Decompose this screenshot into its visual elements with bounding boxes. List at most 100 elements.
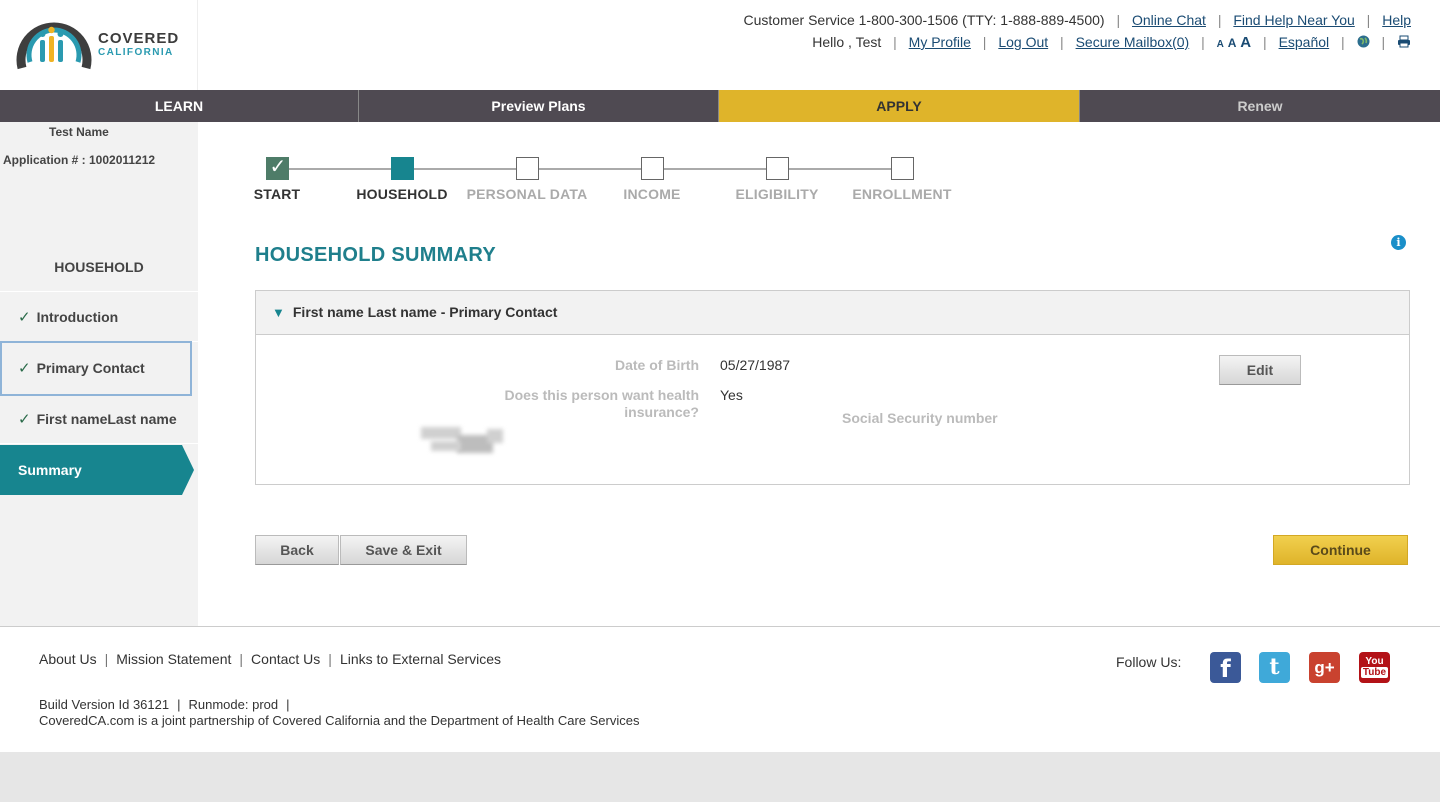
utility-bar-bottom: Hello , Test | My Profile | Log Out | Se… xyxy=(812,34,1411,51)
runmode: Runmode: prod xyxy=(188,697,279,712)
chevron-down-icon: ▼ xyxy=(272,305,285,320)
sidebar-item-primary-contact[interactable]: ✓ Primary Contact xyxy=(0,341,192,396)
divider: | xyxy=(328,651,332,667)
nav-tab-learn[interactable]: LEARN xyxy=(0,90,359,122)
household-member-panel: ▼ First name Last name - Primary Contact … xyxy=(255,290,1410,485)
sidebar-item-summary[interactable]: Summary xyxy=(0,445,194,495)
logo-word-california: CALIFORNIA xyxy=(98,47,174,58)
step-income: INCOME xyxy=(587,157,717,202)
font-size-large-button[interactable]: A xyxy=(1240,34,1251,51)
build-version: Build Version Id 36121 xyxy=(39,697,170,712)
step-pending-icon xyxy=(890,157,914,180)
print-icon[interactable] xyxy=(1397,35,1411,51)
step-label: INCOME xyxy=(623,186,681,202)
build-info: Build Version Id 36121 | Runmode: prod | xyxy=(39,697,298,712)
footer-links: About Us | Mission Statement | Contact Us | Li… xyxy=(39,651,501,667)
step-label: HOUSEHOLD xyxy=(356,186,448,202)
sidebar-item-first-last-name[interactable]: ✓ First nameLast name xyxy=(0,394,198,444)
log-out-link[interactable]: Log Out xyxy=(998,34,1048,50)
wants-insurance-value: Yes xyxy=(720,387,743,403)
info-icon[interactable]: i xyxy=(1391,235,1406,250)
save-exit-button[interactable]: Save & Exit xyxy=(340,535,467,565)
font-size-medium-button[interactable]: A xyxy=(1228,36,1237,50)
step-current-icon xyxy=(390,157,414,180)
ssn-label: Social Security number xyxy=(842,410,998,426)
google-plus-icon[interactable]: g+ xyxy=(1309,652,1340,683)
follow-us-label: Follow Us: xyxy=(1116,654,1182,670)
divider: | xyxy=(286,697,290,712)
about-us-link[interactable]: About Us xyxy=(39,651,97,667)
covered-california-logo[interactable]: COVERED CALIFORNIA xyxy=(0,0,198,90)
customer-service-text: Customer Service 1-800-300-1506 (TTY: 1-… xyxy=(743,12,1105,28)
globe-icon[interactable] xyxy=(1357,35,1370,51)
divider: | xyxy=(1116,12,1121,28)
divider: | xyxy=(1366,12,1371,28)
application-number: Application # : 1002011212 xyxy=(3,153,156,167)
edit-button[interactable]: Edit xyxy=(1219,355,1301,385)
step-label: ENROLLMENT xyxy=(852,186,952,202)
checkmark-icon: ✓ xyxy=(18,309,31,326)
step-label: PERSONAL DATA xyxy=(466,186,588,202)
panel-header-text: First name Last name - Primary Contact xyxy=(292,304,558,320)
page: COVERED CALIFORNIA Customer Service 1-80… xyxy=(0,0,1440,752)
my-profile-link[interactable]: My Profile xyxy=(909,34,971,50)
divider: | xyxy=(1060,34,1064,50)
application-progress: ✓ START HOUSEHOLD PERSONAL DATA INCOME E… xyxy=(253,156,973,207)
step-personal-data: PERSONAL DATA xyxy=(462,157,592,202)
dob-label: Date of Birth xyxy=(615,357,699,373)
step-label: START xyxy=(253,186,301,202)
find-help-link[interactable]: Find Help Near You xyxy=(1233,12,1354,28)
nav-tab-preview-plans[interactable]: Preview Plans xyxy=(359,90,719,122)
sidebar-item-label: First nameLast name xyxy=(36,411,177,427)
step-pending-icon xyxy=(640,157,664,180)
continue-button[interactable]: Continue xyxy=(1273,535,1408,565)
step-start: ✓ START xyxy=(212,156,342,202)
facebook-icon[interactable]: f xyxy=(1210,652,1241,683)
youtube-icon[interactable]: You Tube xyxy=(1359,652,1390,683)
sidebar-item-introduction[interactable]: ✓ Introduction xyxy=(0,292,198,342)
secure-mailbox-link[interactable]: Secure Mailbox(0) xyxy=(1076,34,1190,50)
help-link[interactable]: Help xyxy=(1382,12,1411,28)
divider: | xyxy=(1381,34,1386,50)
main-nav: LEARN Preview Plans APPLY Renew xyxy=(0,90,1440,122)
divider: | xyxy=(239,651,244,667)
logo-icon xyxy=(16,22,92,70)
youtube-icon-text-you: You xyxy=(1365,656,1384,667)
youtube-icon-text-tube: Tube xyxy=(1360,667,1389,678)
partnership-text: CoveredCA.com is a joint partnership of … xyxy=(39,713,640,728)
panel-header[interactable]: ▼ First name Last name - Primary Contact xyxy=(256,291,1409,335)
twitter-icon[interactable]: t xyxy=(1259,652,1290,683)
contact-us-link[interactable]: Contact Us xyxy=(251,651,320,667)
divider: | xyxy=(1217,12,1222,28)
logo-wordmark: COVERED CALIFORNIA xyxy=(98,31,179,60)
divider: | xyxy=(177,697,181,712)
page-title: HOUSEHOLD SUMMARY xyxy=(255,244,497,266)
divider: | xyxy=(982,34,987,50)
back-button[interactable]: Back xyxy=(255,535,339,565)
ssn-redacted-value xyxy=(421,427,505,461)
espanol-link[interactable]: Español xyxy=(1279,34,1330,50)
step-eligibility: ELIGIBILITY xyxy=(712,157,842,202)
applicant-name: Test Name xyxy=(49,125,109,139)
step-label: ELIGIBILITY xyxy=(735,186,819,202)
nav-tab-apply[interactable]: APPLY xyxy=(719,90,1080,122)
font-size-small-button[interactable]: A xyxy=(1217,39,1224,50)
divider: | xyxy=(1263,34,1267,50)
footer: About Us | Mission Statement | Contact Us | Li… xyxy=(0,626,1440,752)
step-pending-icon xyxy=(765,157,789,180)
step-complete-icon: ✓ xyxy=(265,156,289,180)
nav-tab-renew[interactable]: Renew xyxy=(1080,90,1440,122)
step-household: HOUSEHOLD xyxy=(337,157,467,202)
mission-statement-link[interactable]: Mission Statement xyxy=(116,651,231,667)
dob-value: 05/27/1987 xyxy=(720,357,791,373)
wants-insurance-label: Does this person want health insurance? xyxy=(504,387,699,420)
checkmark-icon: ✓ xyxy=(18,411,31,428)
step-pending-icon xyxy=(515,157,539,180)
divider: | xyxy=(893,34,897,50)
step-enrollment: ENROLLMENT xyxy=(837,157,967,202)
online-chat-link[interactable]: Online Chat xyxy=(1132,12,1206,28)
utility-bar-top: Customer Service 1-800-300-1506 (TTY: 1-… xyxy=(744,12,1412,28)
divider: | xyxy=(1341,34,1345,50)
divider: | xyxy=(1201,34,1205,50)
external-services-link[interactable]: Links to External Services xyxy=(340,651,501,667)
